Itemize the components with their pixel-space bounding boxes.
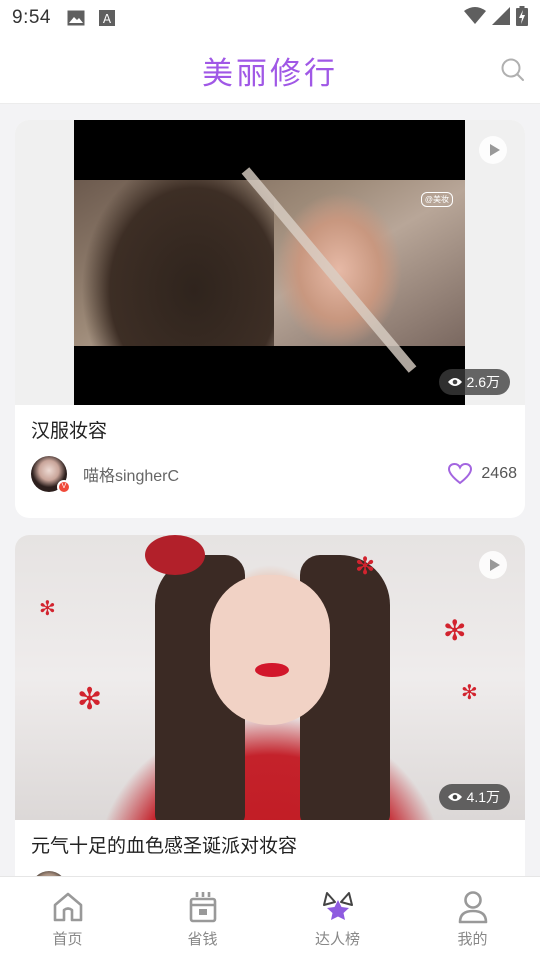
- view-count: 4.1万: [466, 789, 500, 805]
- eye-icon: [447, 378, 462, 386]
- status-bar: 9:54 A: [0, 0, 540, 36]
- tab-label[interactable]: 首页: [52, 928, 82, 949]
- verified-badge-icon: V: [57, 480, 71, 494]
- view-count-badge: 4.1万: [438, 784, 510, 810]
- author-name[interactable]: 喵格singherC: [83, 462, 179, 486]
- like-button[interactable]: 2468: [448, 463, 517, 485]
- text-icon: A: [98, 10, 115, 26]
- tab-label[interactable]: 达人榜: [315, 928, 360, 949]
- eye-icon: [447, 793, 462, 801]
- status-time: 9:54: [12, 7, 51, 28]
- tab-home[interactable]: 首页: [0, 877, 135, 960]
- video-frame: @美妆: [74, 120, 465, 405]
- app-header: 美丽修行: [0, 36, 540, 104]
- thumbnail-image: @美妆: [74, 167, 465, 373]
- view-count: 2.6万: [466, 374, 500, 390]
- tab-ranking[interactable]: 达人榜: [270, 877, 405, 960]
- avatar[interactable]: V: [31, 456, 71, 494]
- tab-profile[interactable]: 我的: [405, 877, 540, 960]
- image-icon: [67, 10, 85, 26]
- tab-label[interactable]: 我的: [457, 928, 487, 949]
- bottom-tab-bar: 首页 省钱 达人榜 我的: [0, 876, 540, 960]
- page-title: 美丽修行: [202, 56, 338, 92]
- wifi-icon: [464, 6, 486, 30]
- video-title[interactable]: 汉服妆容: [31, 416, 107, 443]
- battery-icon: [516, 5, 528, 31]
- video-title[interactable]: 元气十足的血色感圣诞派对妆容: [31, 831, 297, 858]
- svg-text:A: A: [103, 12, 112, 26]
- heart-icon[interactable]: [448, 463, 473, 485]
- search-icon[interactable]: [500, 57, 526, 83]
- video-thumbnail[interactable]: @美妆 2.6万: [15, 120, 525, 405]
- author-info[interactable]: V 喵格singherC: [31, 456, 179, 494]
- play-icon[interactable]: [479, 551, 507, 579]
- tab-savings[interactable]: 省钱: [135, 877, 270, 960]
- video-card[interactable]: ✻ ✻ ✻ ✻ ✻ 4.1万 元气十足的血色感圣诞派对妆容: [15, 535, 525, 876]
- video-feed[interactable]: @美妆 2.6万 汉服妆容 V 喵格singherC 2468 ✻ ✻ ✻ ✻ …: [0, 104, 540, 876]
- view-count-badge: 2.6万: [438, 369, 510, 395]
- like-count: 2468: [481, 465, 517, 482]
- tab-label[interactable]: 省钱: [187, 928, 217, 949]
- play-icon[interactable]: [479, 136, 507, 164]
- thumbnail-image: ✻ ✻ ✻ ✻ ✻: [15, 535, 525, 820]
- savings-icon[interactable]: [186, 889, 220, 925]
- signal-icon: [492, 6, 510, 30]
- video-thumbnail[interactable]: ✻ ✻ ✻ ✻ ✻ 4.1万: [15, 535, 525, 820]
- user-icon[interactable]: [456, 889, 490, 925]
- video-card[interactable]: @美妆 2.6万 汉服妆容 V 喵格singherC 2468: [15, 120, 525, 518]
- star-ranking-icon[interactable]: [321, 889, 355, 925]
- home-icon[interactable]: [51, 889, 85, 925]
- watermark-logo: @美妆: [420, 192, 453, 207]
